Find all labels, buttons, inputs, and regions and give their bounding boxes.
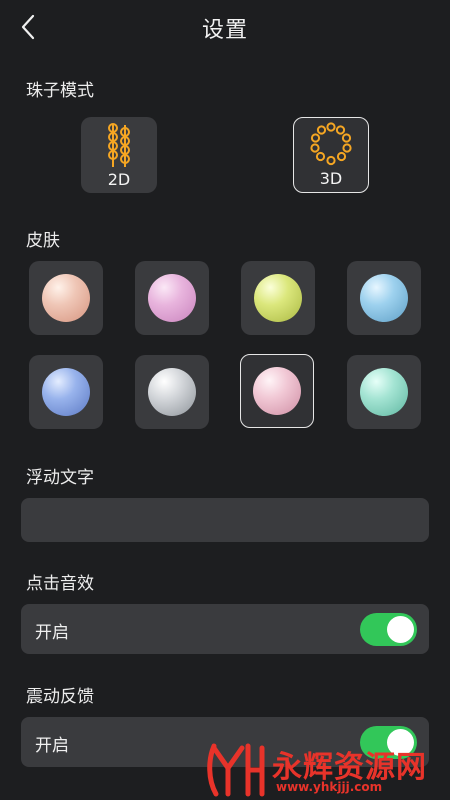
- bead-ball: [42, 274, 90, 322]
- bead-ball: [148, 368, 196, 416]
- bead-ball: [360, 274, 408, 322]
- bead-ball: [148, 274, 196, 322]
- bead-ball: [360, 368, 408, 416]
- bead-ball: [252, 366, 301, 415]
- page-title: 设置: [201, 18, 248, 43]
- click-sound-label: 点击音效: [26, 574, 94, 594]
- bead-ring-icon: [310, 122, 352, 166]
- bead-strand-icon: [108, 123, 130, 167]
- watermark: 永辉资源网 www.yhkjjj.com: [200, 738, 450, 800]
- click-sound-row-label: 开启: [35, 623, 69, 643]
- skin-option-peach[interactable]: [29, 261, 103, 335]
- watermark-logo-icon: [207, 743, 265, 797]
- skin-option-mint[interactable]: [347, 355, 421, 429]
- skin-option-lime[interactable]: [241, 261, 315, 335]
- skin-option-rose[interactable]: [240, 354, 314, 428]
- mode-2d-label: 2D: [107, 170, 131, 189]
- mode-3d-label: 3D: [319, 169, 343, 188]
- skin-option-sky[interactable]: [347, 261, 421, 335]
- click-sound-toggle[interactable]: [360, 613, 417, 646]
- floating-text-label: 浮动文字: [26, 468, 94, 488]
- skin-option-blue[interactable]: [29, 355, 103, 429]
- mode-3d-option[interactable]: 3D: [293, 117, 369, 193]
- bead-ball: [42, 368, 90, 416]
- vibration-label: 震动反馈: [26, 687, 94, 707]
- header: 设置: [0, 0, 450, 54]
- bead-ball: [254, 274, 302, 322]
- skin-label: 皮肤: [26, 231, 60, 251]
- vibration-row-label: 开启: [35, 736, 69, 756]
- skin-option-silver[interactable]: [135, 355, 209, 429]
- toggle-knob: [387, 616, 414, 643]
- mode-2d-option[interactable]: 2D: [81, 117, 157, 193]
- watermark-url: www.yhkjjj.com: [276, 780, 383, 794]
- click-sound-row: 开启: [21, 604, 429, 654]
- floating-text-input[interactable]: [21, 498, 429, 542]
- bead-mode-label: 珠子模式: [26, 81, 94, 101]
- skin-option-pink[interactable]: [135, 261, 209, 335]
